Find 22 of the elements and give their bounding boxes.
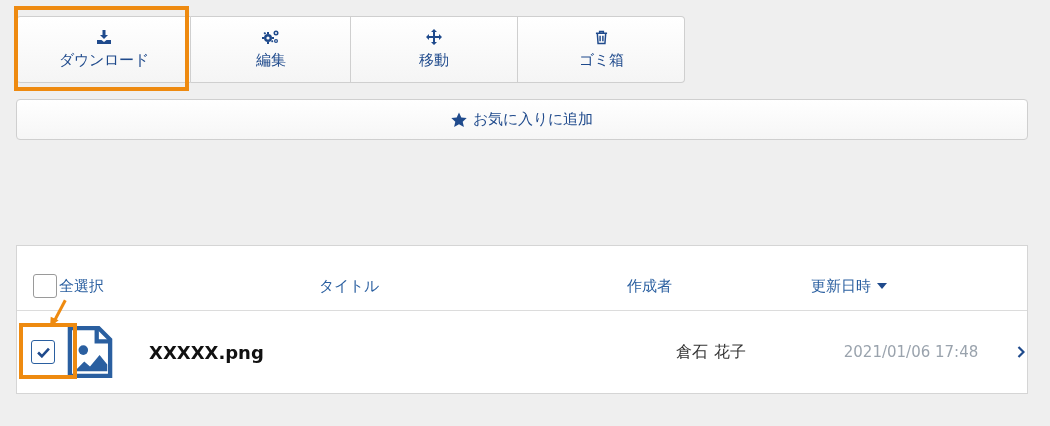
select-all-link[interactable]: 全選択	[59, 276, 104, 296]
toolbar-button[interactable]: ゴミ箱	[518, 16, 685, 83]
chevron-icon	[1017, 346, 1025, 358]
favorite-button[interactable]: お気に入りに追加	[16, 99, 1028, 140]
download-icon	[95, 29, 112, 45]
image-file-icon	[67, 325, 113, 379]
file-name[interactable]: XXXXX.png	[149, 341, 611, 363]
check-icon	[36, 346, 50, 358]
toolbar-button[interactable]: ダウンロード	[16, 16, 191, 83]
updated-date: 2021/01/06 17:48	[842, 343, 980, 361]
checkbox[interactable]	[31, 340, 55, 364]
author-name: 倉石 花子	[675, 341, 747, 363]
column-header[interactable]: 更新日時	[811, 276, 871, 296]
toolbar-button[interactable]: 移動	[351, 16, 518, 83]
gears-icon	[261, 29, 280, 45]
trash-icon	[594, 29, 608, 45]
column-header[interactable]: タイトル	[319, 276, 379, 296]
toolbar-button[interactable]: 編集	[191, 16, 351, 83]
checkbox[interactable]	[33, 274, 57, 298]
move-icon	[426, 29, 442, 45]
star-icon	[451, 111, 467, 128]
column-header[interactable]: 作成者	[626, 276, 672, 296]
